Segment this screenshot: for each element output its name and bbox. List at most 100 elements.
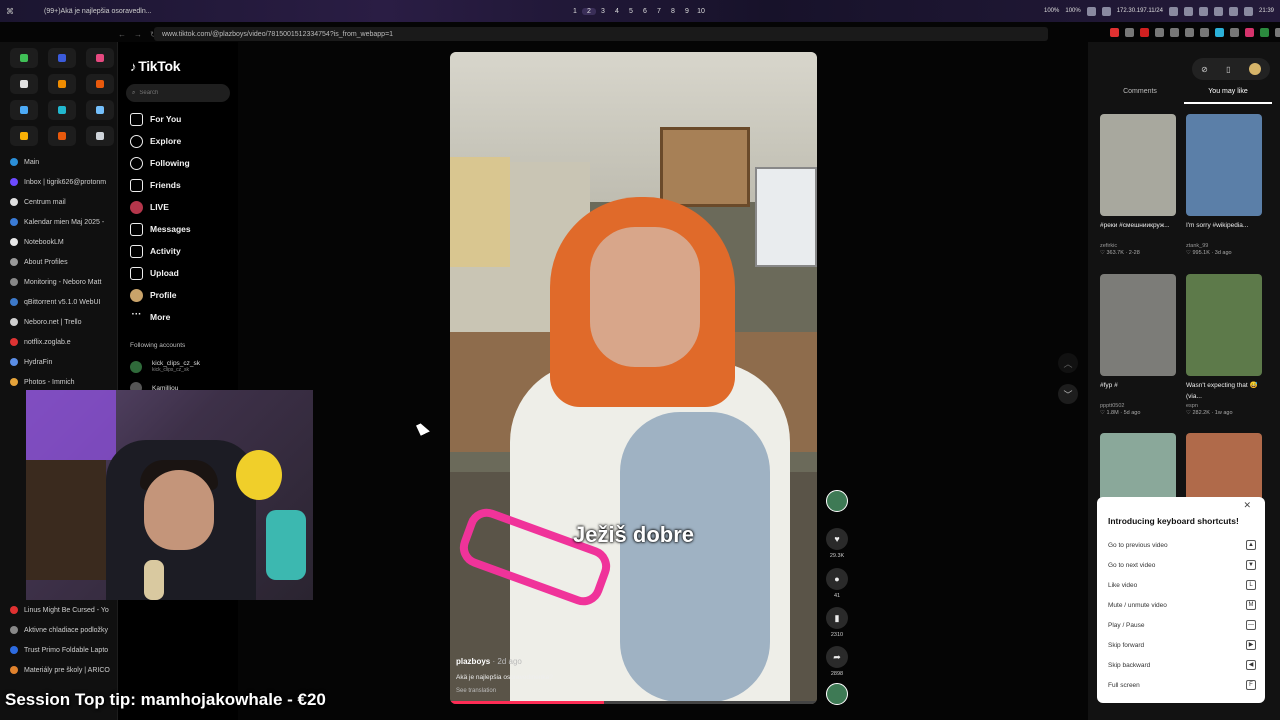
tiktok-logo[interactable]: ♪ TikTok bbox=[130, 58, 181, 74]
browser-tab[interactable]: Neboro.net | Trello bbox=[0, 312, 117, 332]
recommended-video-card[interactable]: I'm sorry #wikipedia... ztank_99 ♡ 995.1K … bbox=[1186, 114, 1262, 256]
nav-item-more[interactable]: ··· More bbox=[130, 306, 236, 328]
extension-icon[interactable] bbox=[1230, 28, 1239, 37]
tray-icon[interactable] bbox=[1086, 6, 1096, 16]
extension-icon[interactable] bbox=[1260, 28, 1269, 37]
browser-tab[interactable]: Monitoring - Neboro Matt bbox=[0, 272, 117, 292]
video-thumbnail[interactable] bbox=[1100, 114, 1176, 216]
extension-icon[interactable] bbox=[1170, 28, 1179, 37]
nav-item-upload[interactable]: Upload bbox=[130, 262, 236, 284]
save-button[interactable]: ▮ 2310 bbox=[824, 607, 850, 638]
author-name[interactable]: plazboys bbox=[456, 657, 490, 666]
see-translation-link[interactable]: See translation bbox=[456, 688, 496, 694]
browser-tab[interactable]: Materiály pre školy | ARICO bbox=[0, 660, 118, 680]
tray-icon[interactable] bbox=[1101, 6, 1111, 16]
video-thumbnail[interactable] bbox=[1186, 274, 1262, 376]
pinned-tab[interactable] bbox=[86, 126, 114, 146]
tray-icon[interactable] bbox=[1198, 6, 1208, 16]
browser-tab[interactable]: NotebookLM bbox=[0, 232, 117, 252]
pinned-tab[interactable] bbox=[10, 48, 38, 68]
video-progress-bar[interactable] bbox=[450, 701, 817, 704]
video-thumbnail[interactable] bbox=[1186, 114, 1262, 216]
pinned-tab[interactable] bbox=[48, 126, 76, 146]
tab-you-may-like[interactable]: You may like bbox=[1184, 86, 1272, 104]
tray-icon[interactable] bbox=[1183, 6, 1193, 16]
browser-tab[interactable]: Centrum mail bbox=[0, 192, 117, 212]
pinned-tab[interactable] bbox=[86, 100, 114, 120]
browser-tab[interactable]: Trust Primo Foldable Lapto bbox=[0, 640, 118, 660]
workspace-2[interactable]: 2 bbox=[582, 7, 596, 15]
pinned-tab[interactable] bbox=[48, 100, 76, 120]
workspace-1[interactable]: 1 bbox=[568, 8, 582, 15]
browser-tab[interactable]: notflix.zoglab.e bbox=[0, 332, 117, 352]
browser-tab[interactable]: Aktivne chladiace podložky bbox=[0, 620, 118, 640]
nav-item-messages[interactable]: Messages bbox=[130, 218, 236, 240]
workspace-3[interactable]: 3 bbox=[596, 8, 610, 15]
browser-tab[interactable]: Kalendar mien Maj 2025 - bbox=[0, 212, 117, 232]
pinned-tab[interactable] bbox=[10, 126, 38, 146]
nav-item-profile[interactable]: Profile bbox=[130, 284, 236, 306]
pinned-tab[interactable] bbox=[86, 48, 114, 68]
recommended-video-card[interactable]: #fyp # ppptt0502 ♡ 1.8M · 5d ago bbox=[1100, 274, 1176, 416]
following-account[interactable]: kick_clips_cz_sk kick_clips_cz_sk bbox=[130, 360, 200, 373]
back-icon[interactable]: ← bbox=[118, 30, 126, 39]
workspace-9[interactable]: 9 bbox=[680, 8, 694, 15]
close-icon[interactable]: ✕ bbox=[1243, 500, 1251, 511]
pinned-tab[interactable] bbox=[10, 74, 38, 94]
browser-tab[interactable]: Linus Might Be Cursed - Yo bbox=[0, 600, 118, 620]
share-button[interactable]: ➦ 2898 bbox=[824, 646, 850, 677]
workspace-8[interactable]: 8 bbox=[666, 8, 680, 15]
url-field[interactable]: www.tiktok.com/@plazboys/video/781500151… bbox=[154, 27, 1048, 41]
workspace-10[interactable]: 10 bbox=[694, 8, 708, 15]
extension-icon[interactable] bbox=[1110, 28, 1119, 37]
extension-icon[interactable] bbox=[1200, 28, 1209, 37]
tray-icon[interactable] bbox=[1243, 6, 1253, 16]
extension-icon[interactable] bbox=[1125, 28, 1134, 37]
browser-tab[interactable]: HydraFin bbox=[0, 352, 117, 372]
tray-icon[interactable] bbox=[1213, 6, 1223, 16]
device-icon[interactable]: ▯ bbox=[1226, 65, 1230, 74]
workspace-6[interactable]: 6 bbox=[638, 8, 652, 15]
pinned-tab[interactable] bbox=[48, 48, 76, 68]
next-video-button[interactable]: ﹀ bbox=[1058, 384, 1078, 404]
nav-item-friends[interactable]: Friends bbox=[130, 174, 236, 196]
video-thumbnail[interactable] bbox=[1100, 274, 1176, 376]
profile-avatar[interactable] bbox=[1248, 63, 1261, 75]
extension-icon[interactable] bbox=[1140, 28, 1149, 37]
recommended-video-card[interactable]: Wasn't expecting that 😅 (via... espn ♡ 282… bbox=[1186, 274, 1262, 416]
tab-comments[interactable]: Comments bbox=[1096, 86, 1184, 104]
browser-tab[interactable]: Photos - Immich bbox=[0, 372, 117, 392]
browser-tab[interactable]: qBittorrent v5.1.0 WebUI bbox=[0, 292, 117, 312]
pinned-tab[interactable] bbox=[10, 100, 38, 120]
tray-icon[interactable] bbox=[1168, 6, 1178, 16]
comment-button[interactable]: ● 41 bbox=[824, 568, 850, 599]
nav-item-activity[interactable]: Activity bbox=[130, 240, 236, 262]
nav-item-following[interactable]: Following bbox=[130, 152, 236, 174]
like-button[interactable]: ♥ 29.3K bbox=[824, 528, 850, 559]
workspace-4[interactable]: 4 bbox=[610, 8, 624, 15]
previous-video-button[interactable]: ︿ bbox=[1058, 353, 1078, 373]
workspace-5[interactable]: 5 bbox=[624, 8, 638, 15]
browser-tab[interactable]: Main bbox=[0, 152, 117, 172]
video-author[interactable]: plazboys · 2d ago bbox=[456, 657, 522, 666]
extension-icon[interactable] bbox=[1245, 28, 1254, 37]
extension-icon[interactable] bbox=[1155, 28, 1164, 37]
recommended-video-card[interactable]: #реки #смешниикруж... zefirkic ♡ 363.7K · … bbox=[1100, 114, 1176, 256]
creator-avatar-button[interactable] bbox=[824, 490, 850, 515]
workspace-7[interactable]: 7 bbox=[652, 8, 666, 15]
search-input[interactable] bbox=[139, 90, 220, 96]
search-box[interactable]: ⌕ bbox=[126, 84, 230, 102]
extension-icon[interactable] bbox=[1215, 28, 1224, 37]
nav-item-live[interactable]: LIVE bbox=[130, 196, 236, 218]
forward-icon[interactable]: → bbox=[134, 30, 142, 39]
nav-item-explore[interactable]: Explore bbox=[130, 130, 236, 152]
nav-item-for-you[interactable]: For You bbox=[130, 108, 236, 130]
pinned-tab[interactable] bbox=[48, 74, 76, 94]
browser-tab[interactable]: Inbox | tigrik626@protonm bbox=[0, 172, 117, 192]
tray-icon[interactable] bbox=[1228, 6, 1238, 16]
pinned-tab[interactable] bbox=[86, 74, 114, 94]
video-player[interactable]: Ježiš dobre plazboys · 2d ago Akä je naj… bbox=[450, 52, 817, 704]
music-disc-button[interactable] bbox=[824, 683, 850, 708]
menu-icon[interactable] bbox=[1275, 28, 1280, 37]
extension-icon[interactable] bbox=[1185, 28, 1194, 37]
